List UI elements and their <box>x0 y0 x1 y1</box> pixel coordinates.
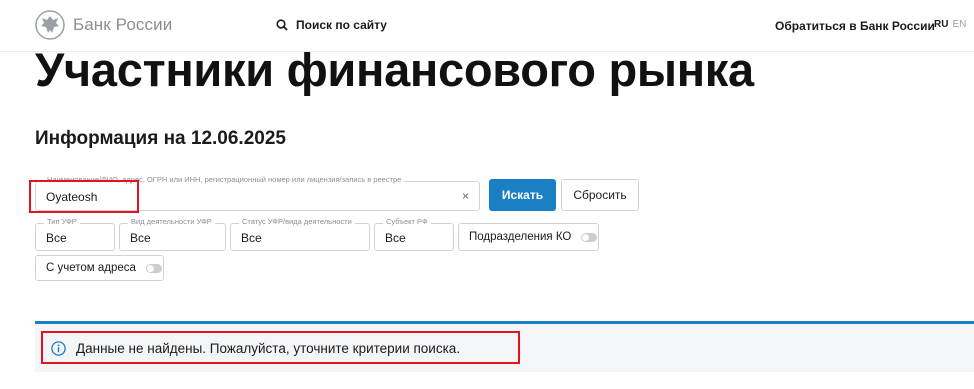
status-select-value: Все <box>241 231 262 245</box>
search-input-label: Наименование/ФИО, адрес, ОГРН или ИНН, р… <box>44 175 405 184</box>
site-search-label: Поиск по сайту <box>296 18 387 32</box>
subject-select-label: Субъект РФ <box>383 217 431 226</box>
address-switch[interactable] <box>145 263 162 273</box>
result-message: Данные не найдены. Пожалуйста, уточните … <box>76 341 461 356</box>
search-icon <box>276 19 288 31</box>
type-select[interactable]: Тип УФР Все <box>35 217 115 251</box>
activity-select-value: Все <box>130 231 151 245</box>
bank-logo[interactable]: Банк России <box>35 10 172 40</box>
address-toggle-label: С учетом адреса <box>46 262 136 274</box>
activity-select[interactable]: Вид деятельности УФР Все <box>119 217 226 251</box>
info-icon <box>51 341 66 356</box>
reset-button[interactable]: Сбросить <box>561 179 639 211</box>
subject-select[interactable]: Субъект РФ Все <box>374 217 454 251</box>
info-date-heading: Информация на 12.06.2025 <box>35 128 286 149</box>
lang-ru[interactable]: RU <box>934 19 948 30</box>
site-header: Банк России Поиск по сайту Обратиться в … <box>0 0 974 52</box>
subject-select-value: Все <box>385 231 406 245</box>
contact-bank-link[interactable]: Обратиться в Банк России <box>775 19 935 33</box>
language-switcher: RU EN <box>934 19 966 30</box>
status-select[interactable]: Статус УФР/вида деятельности Все <box>230 217 370 251</box>
search-input-value: Oyateosh <box>46 190 98 204</box>
logo-text: Банк России <box>73 15 173 34</box>
search-button[interactable]: Искать <box>489 179 556 211</box>
subdivisions-toggle-label: Подразделения КО <box>469 231 572 243</box>
activity-select-label: Вид деятельности УФР <box>128 217 215 226</box>
type-select-value: Все <box>46 231 67 245</box>
type-select-label: Тип УФР <box>44 217 80 226</box>
status-select-label: Статус УФР/вида деятельности <box>239 217 355 226</box>
subdivisions-toggle[interactable]: Подразделения КО <box>458 223 599 251</box>
clear-icon[interactable]: × <box>462 189 469 203</box>
subdivisions-switch[interactable] <box>581 232 598 242</box>
search-input[interactable]: Наименование/ФИО, адрес, ОГРН или ИНН, р… <box>35 175 480 211</box>
lang-en[interactable]: EN <box>952 19 966 30</box>
eagle-emblem-icon <box>35 10 65 40</box>
address-toggle[interactable]: С учетом адреса <box>35 255 164 281</box>
site-search-button[interactable]: Поиск по сайту <box>276 18 387 32</box>
